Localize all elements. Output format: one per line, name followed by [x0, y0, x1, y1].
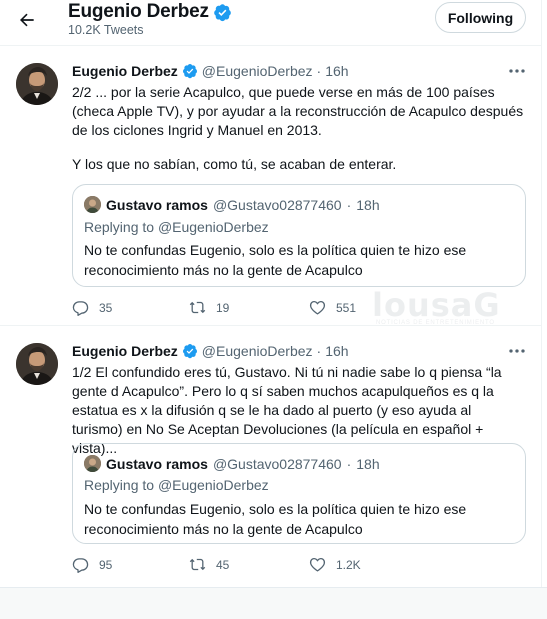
- like-count: 1.2K: [336, 557, 361, 572]
- bottom-bar: [0, 587, 547, 619]
- back-button[interactable]: [10, 3, 44, 37]
- more-horizontal-icon: [509, 349, 525, 353]
- avatar: [84, 196, 101, 213]
- following-button[interactable]: Following: [435, 2, 526, 33]
- tweet-text: Y los que no sabían, como tú, se acaban …: [72, 156, 397, 172]
- tweet-actions: 35 19 551: [72, 299, 429, 316]
- tweet[interactable]: Eugenio Derbez @EugenioDerbez · 16h 2/2 …: [0, 47, 541, 326]
- retweet-icon: [189, 558, 206, 571]
- retweet-count: 19: [216, 300, 230, 315]
- like-count: 551: [336, 300, 357, 315]
- more-button[interactable]: [506, 63, 528, 79]
- quoted-tweet-text: No te confundas Eugenio, solo es la polí…: [84, 501, 467, 537]
- replying-to-handle: @EugenioDerbez: [157, 219, 269, 235]
- header-title-row: Eugenio Derbez: [68, 1, 232, 23]
- like-button[interactable]: 551: [309, 299, 429, 316]
- quoted-tweet-header: Gustavo ramos @Gustavo02877460 · 18h: [84, 455, 380, 472]
- replying-to-label: Replying to: [84, 219, 155, 235]
- quoted-tweet[interactable]: Gustavo ramos @Gustavo02877460 · 18h Rep…: [72, 443, 526, 544]
- quoted-author-name: Gustavo ramos: [106, 455, 208, 472]
- author-handle[interactable]: @EugenioDerbez: [202, 343, 313, 359]
- author-name[interactable]: Eugenio Derbez: [72, 343, 178, 359]
- replying-to-label: Replying to: [84, 477, 155, 493]
- tweet[interactable]: Eugenio Derbez @EugenioDerbez · 16h 1/2 …: [0, 327, 541, 587]
- quoted-author-name: Gustavo ramos: [106, 196, 208, 213]
- reply-icon: [72, 301, 89, 316]
- avatar-photo-icon: [84, 196, 101, 213]
- reply-icon: [72, 558, 89, 573]
- watermark-tagline: NOTICIAS DE ENTRETENIMIENTO: [376, 320, 495, 326]
- avatar[interactable]: [16, 63, 58, 105]
- verified-badge-icon: [213, 3, 231, 21]
- quoted-tweet[interactable]: Gustavo ramos @Gustavo02877460 · 18h Rep…: [72, 184, 526, 287]
- retweet-button[interactable]: 19: [189, 299, 309, 316]
- quoted-tweet-text: No te confundas Eugenio, solo es la polí…: [84, 242, 467, 278]
- more-horizontal-icon: [509, 69, 525, 73]
- page: Eugenio Derbez 10.2K Tweets Following Eu…: [0, 0, 547, 619]
- replying-to: Replying to @EugenioDerbez: [84, 477, 269, 493]
- heart-icon: [309, 300, 326, 315]
- reply-button[interactable]: 35: [72, 299, 189, 316]
- page-title: Eugenio Derbez: [68, 1, 209, 22]
- avatar-photo-icon: [16, 343, 58, 385]
- replying-to-handle: @EugenioDerbez: [157, 477, 269, 493]
- reply-count: 35: [99, 300, 113, 315]
- heart-icon: [309, 557, 326, 572]
- tweet-header: Eugenio Derbez @EugenioDerbez · 16h: [72, 63, 349, 79]
- timestamp[interactable]: 16h: [325, 63, 348, 79]
- separator-dot: ·: [316, 63, 322, 79]
- arrow-left-icon: [20, 13, 34, 27]
- separator-dot: ·: [346, 196, 352, 213]
- separator-dot: ·: [346, 455, 352, 472]
- reply-count: 95: [99, 557, 113, 572]
- tweet-text: 2/2 ... por la serie Acapulco, que puede…: [72, 84, 524, 138]
- quoted-tweet-header: Gustavo ramos @Gustavo02877460 · 18h: [84, 196, 380, 213]
- quoted-author-handle: @Gustavo02877460: [212, 196, 342, 213]
- avatar-photo-icon: [84, 455, 101, 472]
- retweet-count: 45: [216, 557, 230, 572]
- more-button[interactable]: [506, 343, 528, 359]
- avatar[interactable]: [16, 343, 58, 385]
- tweet-count: 10.2K Tweets: [68, 23, 144, 37]
- verified-badge-icon: [182, 344, 197, 359]
- avatar-photo-icon: [16, 63, 58, 105]
- timestamp[interactable]: 16h: [325, 343, 348, 359]
- avatar: [84, 455, 101, 472]
- tweet-header: Eugenio Derbez @EugenioDerbez · 16h: [72, 343, 349, 359]
- separator-dot: ·: [316, 343, 322, 359]
- quoted-author-handle: @Gustavo02877460: [212, 455, 342, 472]
- timeline-column: Eugenio Derbez 10.2K Tweets Following Eu…: [0, 0, 542, 587]
- verified-badge-icon: [182, 64, 197, 79]
- retweet-icon: [189, 301, 206, 314]
- like-button[interactable]: 1.2K: [309, 556, 429, 573]
- quoted-timestamp: 18h: [356, 196, 380, 213]
- reply-button[interactable]: 95: [72, 556, 189, 573]
- quoted-timestamp: 18h: [356, 455, 380, 472]
- replying-to: Replying to @EugenioDerbez: [84, 219, 269, 235]
- tweet-actions: 95 45 1.2K: [72, 556, 429, 573]
- retweet-button[interactable]: 45: [189, 556, 309, 573]
- author-name[interactable]: Eugenio Derbez: [72, 63, 178, 79]
- profile-header: Eugenio Derbez 10.2K Tweets Following: [0, 0, 541, 46]
- author-handle[interactable]: @EugenioDerbez: [202, 63, 313, 79]
